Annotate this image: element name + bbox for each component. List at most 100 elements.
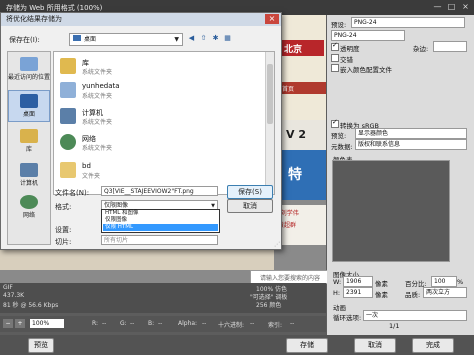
places-bar: 最近访问的位置 桌面 库 计算机 网络 [7,51,51,245]
up-folder-icon[interactable]: ⇧ [199,34,208,43]
dialog-title-bar: 将优化结果存储为 × [1,13,281,26]
chevron-down-icon: ▼ [174,36,179,43]
web-banner-text: 特 [288,167,302,183]
cancel-button[interactable]: 取消 [354,338,396,353]
format-option-html-images[interactable]: HTML 和图像 [103,210,218,217]
place-network[interactable]: 网络 [8,192,50,224]
file-list[interactable]: 库 系统文件夹 yunhedata 系统文件夹 计算机 系统文件夹 网络 系统文… [53,51,275,195]
desktop-icon [73,35,81,41]
save-button[interactable]: 存储 [286,338,328,353]
height-label: H: [333,289,341,297]
alpha-label: Alpha: [178,320,198,327]
filename-label: 文件名(N): [55,189,90,197]
dialog-cancel-button[interactable]: 取消 [227,199,273,213]
place-computer[interactable]: 计算机 [8,160,50,192]
format-label: 格式: [55,203,72,211]
file-type: 系统文件夹 [82,145,113,152]
web-header-block: 北京 [278,40,324,56]
r-value: -- [102,320,107,327]
desktop-icon [20,94,38,108]
zoom-in-icon[interactable]: + [15,319,25,328]
index-label: 索引: [268,322,283,329]
place-recent[interactable]: 最近访问的位置 [8,54,50,86]
file-type: 系统文件夹 [82,69,113,76]
width-input[interactable]: 1906 [343,276,373,287]
info-size: 437.3K [3,292,25,299]
computer-icon [60,108,76,124]
hex-value: -- [250,320,255,327]
maximize-icon[interactable]: □ [446,2,457,12]
dialog-title: 将优化结果存储为 [6,15,62,23]
slices-label: 切片: [55,238,72,246]
quality-select[interactable]: 两次立方 [423,287,467,298]
format-select[interactable]: PNG-24 [331,30,405,41]
dialog-save-button[interactable]: 保存(S) [227,185,273,199]
metadata-select[interactable]: 版权和联系信息 [355,139,467,150]
file-list-scrollbar[interactable] [265,52,274,194]
format-option-images-only[interactable]: 仅限图像 [103,217,218,224]
frame-counter: 1/1 [389,322,400,330]
recent-places-icon [20,57,38,71]
convert-srgb-checkbox[interactable] [331,118,339,128]
g-label: G: [120,320,127,327]
place-desktop[interactable]: 桌面 [8,90,50,122]
format-dropdown-list[interactable]: HTML 和图像 仅限图像 仅限 HTML [101,209,220,233]
list-item[interactable]: 网络 系统文件夹 [60,132,260,154]
filename-input[interactable]: Q3[VIE__STAJEEVIOW2"FT.png [101,186,218,196]
embed-profile-checkbox[interactable] [331,64,339,72]
close-icon[interactable]: × [460,2,471,12]
new-folder-icon[interactable]: ✱ [211,34,220,43]
preview-select[interactable]: 显示器颜色 [355,128,467,139]
settings-label: 设置: [55,226,72,234]
list-item[interactable]: 库 系统文件夹 [60,56,260,78]
slices-select[interactable]: 所有切片 [101,235,218,245]
save-in-value: 桌面 [84,36,97,43]
zoom-select[interactable]: 100% [30,319,64,328]
file-type: 文件夹 [82,173,101,180]
resize-grip-icon[interactable]: ⋰ [274,241,280,248]
minimize-icon[interactable]: — [432,2,443,12]
quality-label: 品质: [405,291,421,299]
index-value: -- [290,320,295,327]
loop-select[interactable]: 一次 [363,310,467,321]
color-table[interactable] [332,160,450,262]
back-icon[interactable]: ◀ [187,34,196,43]
interlaced-checkbox[interactable] [331,54,339,62]
place-label: 网络 [22,212,35,219]
preset-label: 预设: [331,21,347,29]
alpha-value: -- [202,320,207,327]
web-nav-text: 首页 [282,86,295,93]
interlaced-label: 交错 [340,56,353,64]
list-item[interactable]: 计算机 系统文件夹 [60,106,260,128]
b-label: B: [148,320,155,327]
preview-label: 预览: [331,132,347,140]
embed-profile-label: 嵌入颜色配置文件 [340,66,392,74]
save-optimized-dialog: 将优化结果存储为 × 保存在(I): 桌面 ▼ ◀ ⇧ ✱ ▦ 最近访问的位置 … [0,12,282,250]
format-value: 仅限图像 [104,202,129,209]
animation-label: 动画 [333,304,346,312]
matte-select[interactable] [433,41,467,52]
height-input[interactable]: 2391 [343,287,373,298]
info-colors: 256 颜色 [256,302,282,309]
place-libraries[interactable]: 库 [8,126,50,158]
transparency-checkbox[interactable] [331,41,339,51]
format-option-html-only[interactable]: 仅限 HTML [103,224,218,231]
file-name: yunhedata [82,82,120,90]
width-label: W: [333,278,342,286]
web-header-text: 北京 [284,45,303,55]
network-icon [20,195,38,209]
scroll-thumb[interactable] [267,64,273,124]
done-button[interactable]: 完成 [412,338,454,353]
status-bar: − + 100% R: -- G: -- B: -- Alpha: -- 十六进… [0,316,326,332]
preset-select[interactable]: PNG-24 [351,17,465,28]
percent-input[interactable]: 100 [431,276,457,287]
metadata-label: 元数据: [331,143,353,151]
web-search-input: 请输入您要搜索的内容 [250,270,328,284]
view-menu-icon[interactable]: ▦ [223,34,232,43]
dialog-close-icon[interactable]: × [265,14,279,24]
list-item[interactable]: bd 文件夹 [60,160,260,182]
preview-button[interactable]: 预览 [28,338,54,353]
list-item[interactable]: yunhedata 系统文件夹 [60,80,260,102]
save-in-select[interactable]: 桌面 ▼ [69,33,183,46]
zoom-out-icon[interactable]: − [3,319,13,328]
